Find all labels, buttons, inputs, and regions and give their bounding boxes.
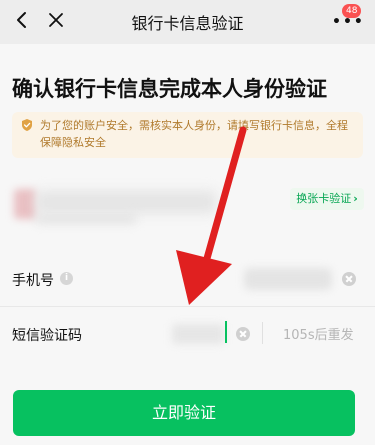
sms-code-label: 短信验证码 (12, 328, 82, 344)
sms-row: 短信验证码 105s后重发 (0, 306, 375, 360)
switch-card-label: 换张卡验证 (296, 192, 352, 205)
phone-row: 手机号 i (0, 252, 375, 306)
text-cursor (225, 321, 227, 343)
divider (262, 322, 263, 344)
notice-text: 为了您的账户安全，需核实本人身份，请填写银行卡信息，全程保障隐私安全 (40, 119, 348, 149)
clear-sms-icon[interactable] (236, 327, 250, 341)
bank-logo-redacted (14, 189, 36, 219)
headline: 确认银行卡信息完成本人身份验证 (12, 77, 327, 101)
page-title: 银行卡信息验证 (131, 14, 244, 33)
phone-label: 手机号 (12, 273, 54, 289)
clear-phone-icon[interactable] (342, 272, 356, 286)
notification-badge: 48 (342, 4, 362, 18)
chevron-right-icon: › (353, 192, 358, 205)
info-icon[interactable]: i (60, 272, 73, 285)
switch-card-button[interactable]: 换张卡验证 › (290, 188, 364, 210)
resend-countdown[interactable]: 105s后重发 (283, 324, 354, 343)
sms-code-input[interactable] (172, 324, 224, 344)
content-panel (0, 44, 375, 445)
more-dots-icon: ••• (332, 14, 365, 30)
card-number-redacted (36, 215, 136, 223)
security-notice: 为了您的账户安全，需核实本人身份，请填写银行卡信息，全程保障隐私安全 (12, 112, 363, 158)
more-button[interactable]: ••• 48 (328, 4, 363, 32)
bank-name-redacted (36, 191, 216, 213)
navigation-bar: 银行卡信息验证 ••• 48 (0, 0, 375, 40)
shield-icon (22, 119, 32, 131)
verify-now-button[interactable]: 立即验证 (13, 390, 355, 436)
phone-input[interactable] (244, 268, 332, 290)
